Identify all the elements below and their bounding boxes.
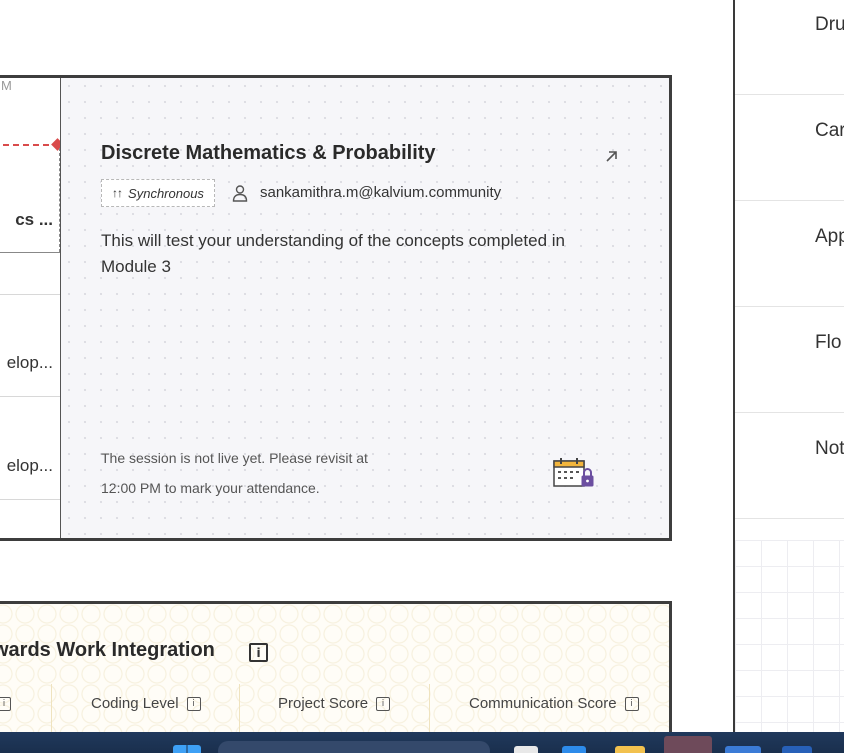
taskbar-app-icon[interactable] [782, 746, 812, 753]
sidebar-item-label: Car [815, 120, 844, 141]
session-list-item-active[interactable]: cs ... [0, 152, 60, 253]
sidebar-item-label: Dru [815, 14, 844, 35]
session-list-time: M [1, 78, 12, 93]
info-icon[interactable]: i [186, 696, 201, 711]
taskbar-app-icon[interactable] [562, 746, 586, 753]
sidebar-item[interactable]: Not [735, 413, 844, 519]
sidebar-item[interactable]: Car [735, 95, 844, 201]
work-integration-card: wards Work Integration i i Coding Level … [0, 601, 672, 753]
attendance-notice-line1: The session is not live yet. Please revi… [101, 450, 368, 466]
metric-project-score: Project Score i [278, 695, 391, 712]
instructor-email: sankamithra.m@kalvium.community [260, 184, 502, 201]
session-card: M cs ... elop... elop... Discrete Mathem… [0, 75, 672, 541]
metric-label: Coding Level [91, 695, 179, 712]
session-detail: Discrete Mathematics & Probability ↑↑ Sy… [61, 78, 669, 538]
taskbar-app-icon[interactable] [725, 746, 761, 753]
session-list-divider-row [0, 253, 60, 295]
app-root: M cs ... elop... elop... Discrete Mathem… [0, 0, 844, 753]
sidebar-item-label: Flo [815, 332, 842, 353]
os-taskbar [0, 732, 844, 753]
windows-start-icon[interactable] [173, 745, 201, 753]
sidebar-item[interactable]: Flo [735, 307, 844, 413]
session-list-item-label: cs ... [15, 210, 53, 229]
attendance-notice-line2: 12:00 PM to mark your attendance. [101, 480, 320, 496]
session-list-item[interactable]: elop... [0, 295, 60, 397]
work-integration-title: wards Work Integration [0, 639, 215, 661]
open-external-icon[interactable] [604, 148, 620, 164]
sidebar-item[interactable]: App [735, 201, 844, 307]
calendar-locked-icon [553, 458, 594, 487]
metric-communication-score: Communication Score i [469, 695, 639, 712]
session-list: M cs ... elop... elop... [0, 78, 61, 538]
sidebar-item-label: App [815, 226, 844, 247]
session-mode-label: Synchronous [128, 185, 204, 201]
attendance-notice: The session is not live yet. Please revi… [101, 443, 421, 503]
info-icon[interactable]: i [0, 697, 11, 711]
taskbar-active-app-icon[interactable] [664, 736, 712, 753]
up-arrows-icon: ↑↑ [112, 186, 123, 200]
taskbar-app-icon[interactable] [514, 746, 538, 753]
metric-coding-level: Coding Level i [91, 695, 201, 712]
info-icon[interactable]: i [376, 696, 391, 711]
grid-background [735, 540, 844, 732]
metric-label: Project Score [278, 695, 369, 712]
session-list-item-label: elop... [6, 456, 53, 475]
sidebar-item[interactable]: Dru [735, 0, 844, 95]
user-icon [232, 185, 248, 202]
info-icon[interactable]: i [624, 696, 639, 711]
metric-label: Communication Score [469, 695, 617, 712]
session-mode-badge: ↑↑ Synchronous [101, 179, 215, 207]
session-description: This will test your understanding of the… [101, 231, 565, 276]
folder-icon[interactable] [615, 746, 645, 753]
session-title: Discrete Mathematics & Probability [101, 142, 436, 164]
info-icon[interactable]: i [249, 643, 268, 662]
taskbar-search-box[interactable] [218, 741, 490, 753]
session-list-item[interactable]: elop... [0, 397, 60, 500]
sidebar-item-label: Not [815, 438, 844, 459]
right-sidebar: Dru Car App Flo Not [733, 0, 844, 732]
session-list-item-label: elop... [6, 353, 53, 372]
